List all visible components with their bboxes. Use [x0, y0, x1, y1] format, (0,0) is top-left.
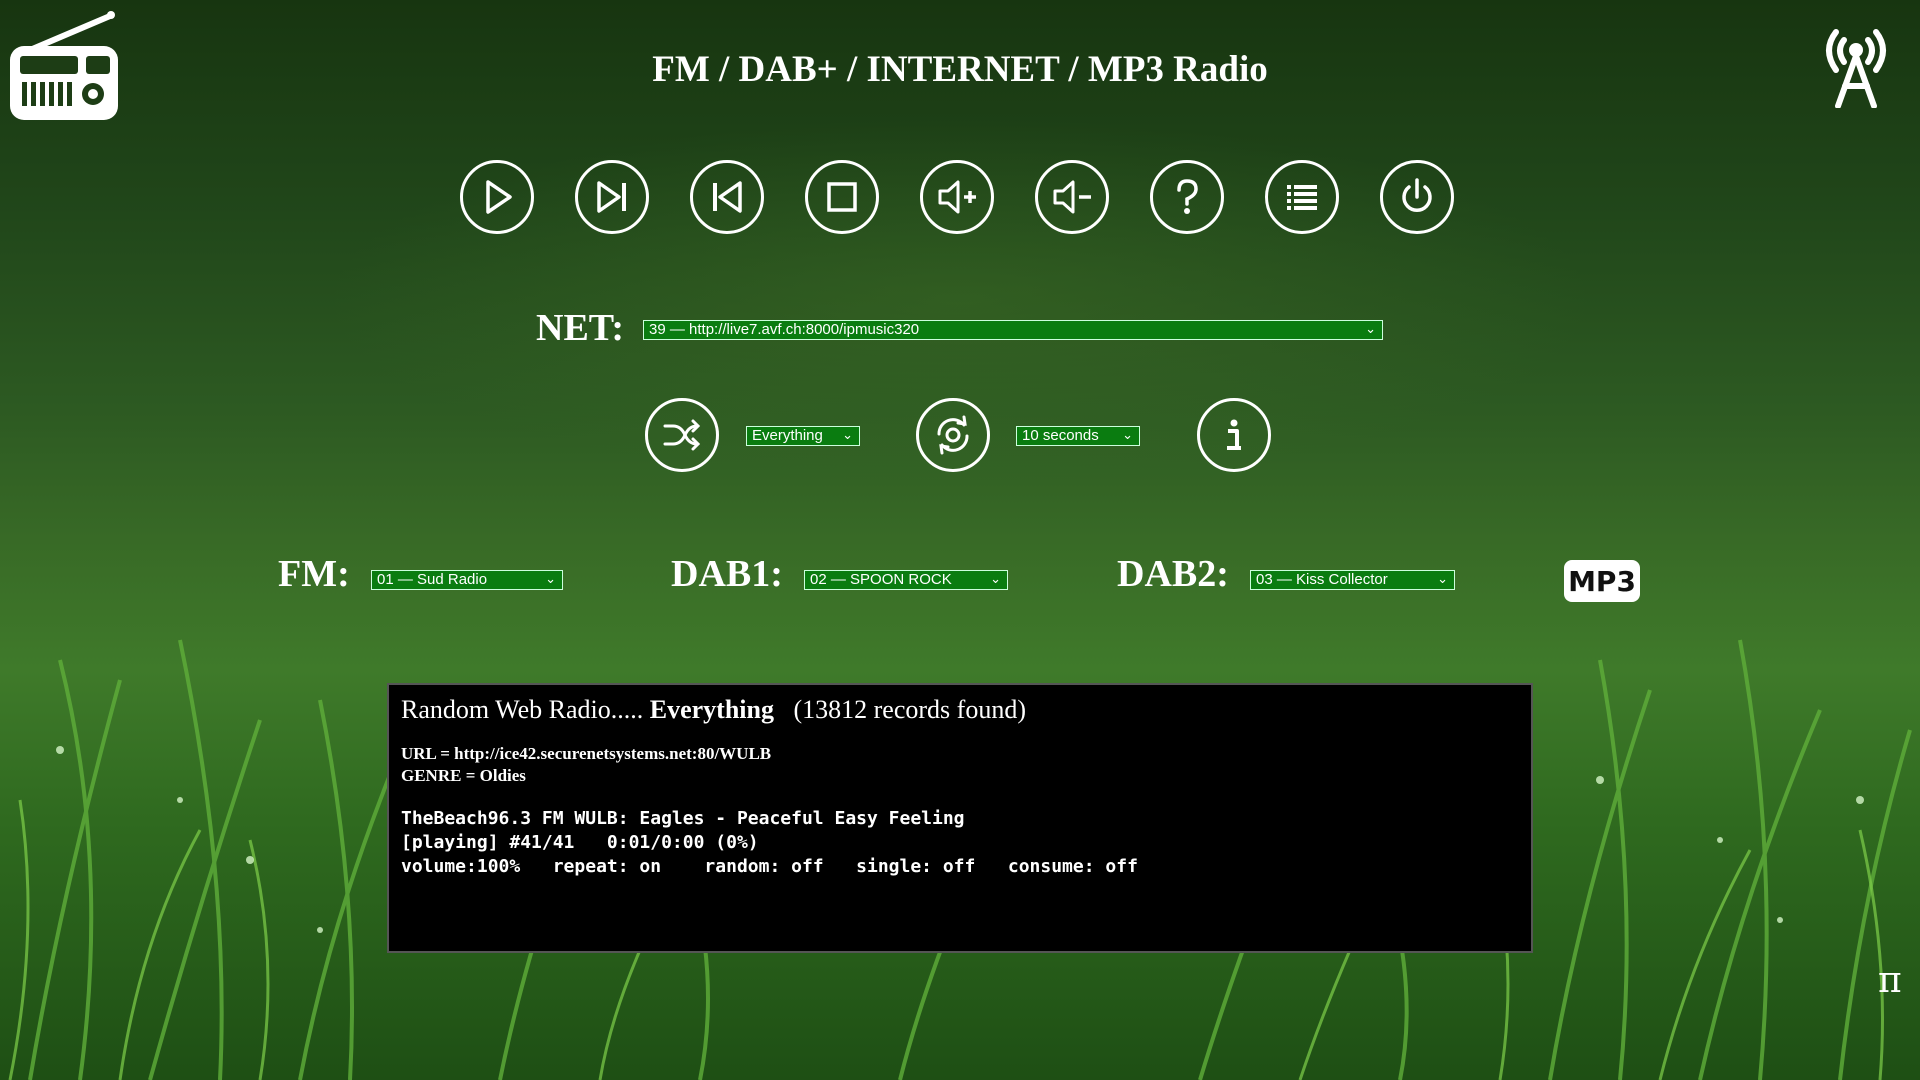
random-mode-value: Everything: [752, 427, 823, 444]
antenna-icon: [1814, 20, 1898, 109]
page-title: FM / DAB+ / INTERNET / MP3 Radio: [652, 49, 1268, 90]
dab1-label: DAB1:: [671, 553, 783, 595]
volume-up-icon: [938, 180, 976, 214]
playlist-button[interactable]: [1265, 160, 1339, 234]
fm-station-value: 01 — Sud Radio: [377, 571, 488, 588]
dab2-label: DAB2:: [1117, 553, 1229, 595]
chevron-down-icon: ⌄: [990, 571, 1001, 586]
mpd-status: TheBeach96.3 FM WULB: Eagles - Peaceful …: [401, 807, 1519, 879]
volume-up-button[interactable]: [920, 160, 994, 234]
stream-genre: GENRE = Oldies: [401, 766, 526, 785]
random-mode-select[interactable]: Everything ⌄: [746, 426, 860, 446]
fm-station-select[interactable]: 01 — Sud Radio ⌄: [371, 570, 563, 590]
mp3-button[interactable]: MP3: [1564, 560, 1640, 602]
refresh-icon: [937, 415, 969, 455]
dab2-station-select[interactable]: 03 — Kiss Collector ⌄: [1250, 570, 1455, 590]
refresh-button[interactable]: [916, 398, 990, 472]
volume-down-icon: [1053, 180, 1091, 214]
list-icon: [1287, 185, 1317, 210]
fm-label: FM:: [278, 553, 350, 595]
chevron-down-icon: ⌄: [842, 427, 853, 442]
chevron-down-icon: ⌄: [1365, 321, 1376, 336]
pi-symbol: π: [1878, 960, 1902, 1001]
header-count: (13812 records found): [793, 695, 1026, 724]
playback-status-line: [playing] #41/41 0:01/0:00 (0%): [401, 832, 759, 853]
stream-meta: URL = http://ice42.securenetsystems.net:…: [401, 743, 1519, 787]
skip-next-icon: [597, 181, 626, 213]
help-icon: [1177, 179, 1198, 214]
power-button[interactable]: [1380, 160, 1454, 234]
header-mode: Everything: [649, 695, 774, 724]
random-search-header: Random Web Radio..... Everything (13812 …: [401, 695, 1519, 725]
stop-button[interactable]: [805, 160, 879, 234]
dab1-station-select[interactable]: 02 — SPOON ROCK ⌄: [804, 570, 1008, 590]
header-prefix: Random Web Radio.....: [401, 695, 644, 724]
track-line: TheBeach96.3 FM WULB: Eagles - Peaceful …: [401, 808, 965, 829]
dab2-station-value: 03 — Kiss Collector: [1256, 571, 1388, 588]
volume-down-button[interactable]: [1035, 160, 1109, 234]
now-playing-panel: Random Web Radio..... Everything (13812 …: [387, 683, 1533, 953]
chevron-down-icon: ⌄: [1122, 427, 1133, 442]
info-icon: [1227, 419, 1241, 450]
play-button[interactable]: [460, 160, 534, 234]
power-icon: [1402, 178, 1432, 212]
net-station-value: 39 — http://live7.avf.ch:8000/ipmusic320: [649, 321, 920, 338]
player-state-line: volume:100% repeat: on random: off singl…: [401, 856, 1138, 877]
refresh-interval-select[interactable]: 10 seconds ⌄: [1016, 426, 1140, 446]
previous-button[interactable]: [690, 160, 764, 234]
net-station-select[interactable]: 39 — http://live7.avf.ch:8000/ipmusic320…: [643, 320, 1383, 340]
dab1-station-value: 02 — SPOON ROCK: [810, 571, 952, 588]
next-button[interactable]: [575, 160, 649, 234]
help-button[interactable]: [1150, 160, 1224, 234]
stream-url: URL = http://ice42.securenetsystems.net:…: [401, 744, 772, 763]
stop-icon: [827, 182, 857, 212]
info-button[interactable]: [1197, 398, 1271, 472]
shuffle-button[interactable]: [645, 398, 719, 472]
skip-previous-icon: [713, 181, 742, 213]
shuffle-icon: [663, 419, 701, 451]
refresh-interval-value: 10 seconds: [1022, 427, 1099, 444]
play-icon: [486, 180, 512, 214]
chevron-down-icon: ⌄: [545, 571, 556, 586]
chevron-down-icon: ⌄: [1437, 571, 1448, 586]
net-label: NET:: [536, 307, 624, 349]
